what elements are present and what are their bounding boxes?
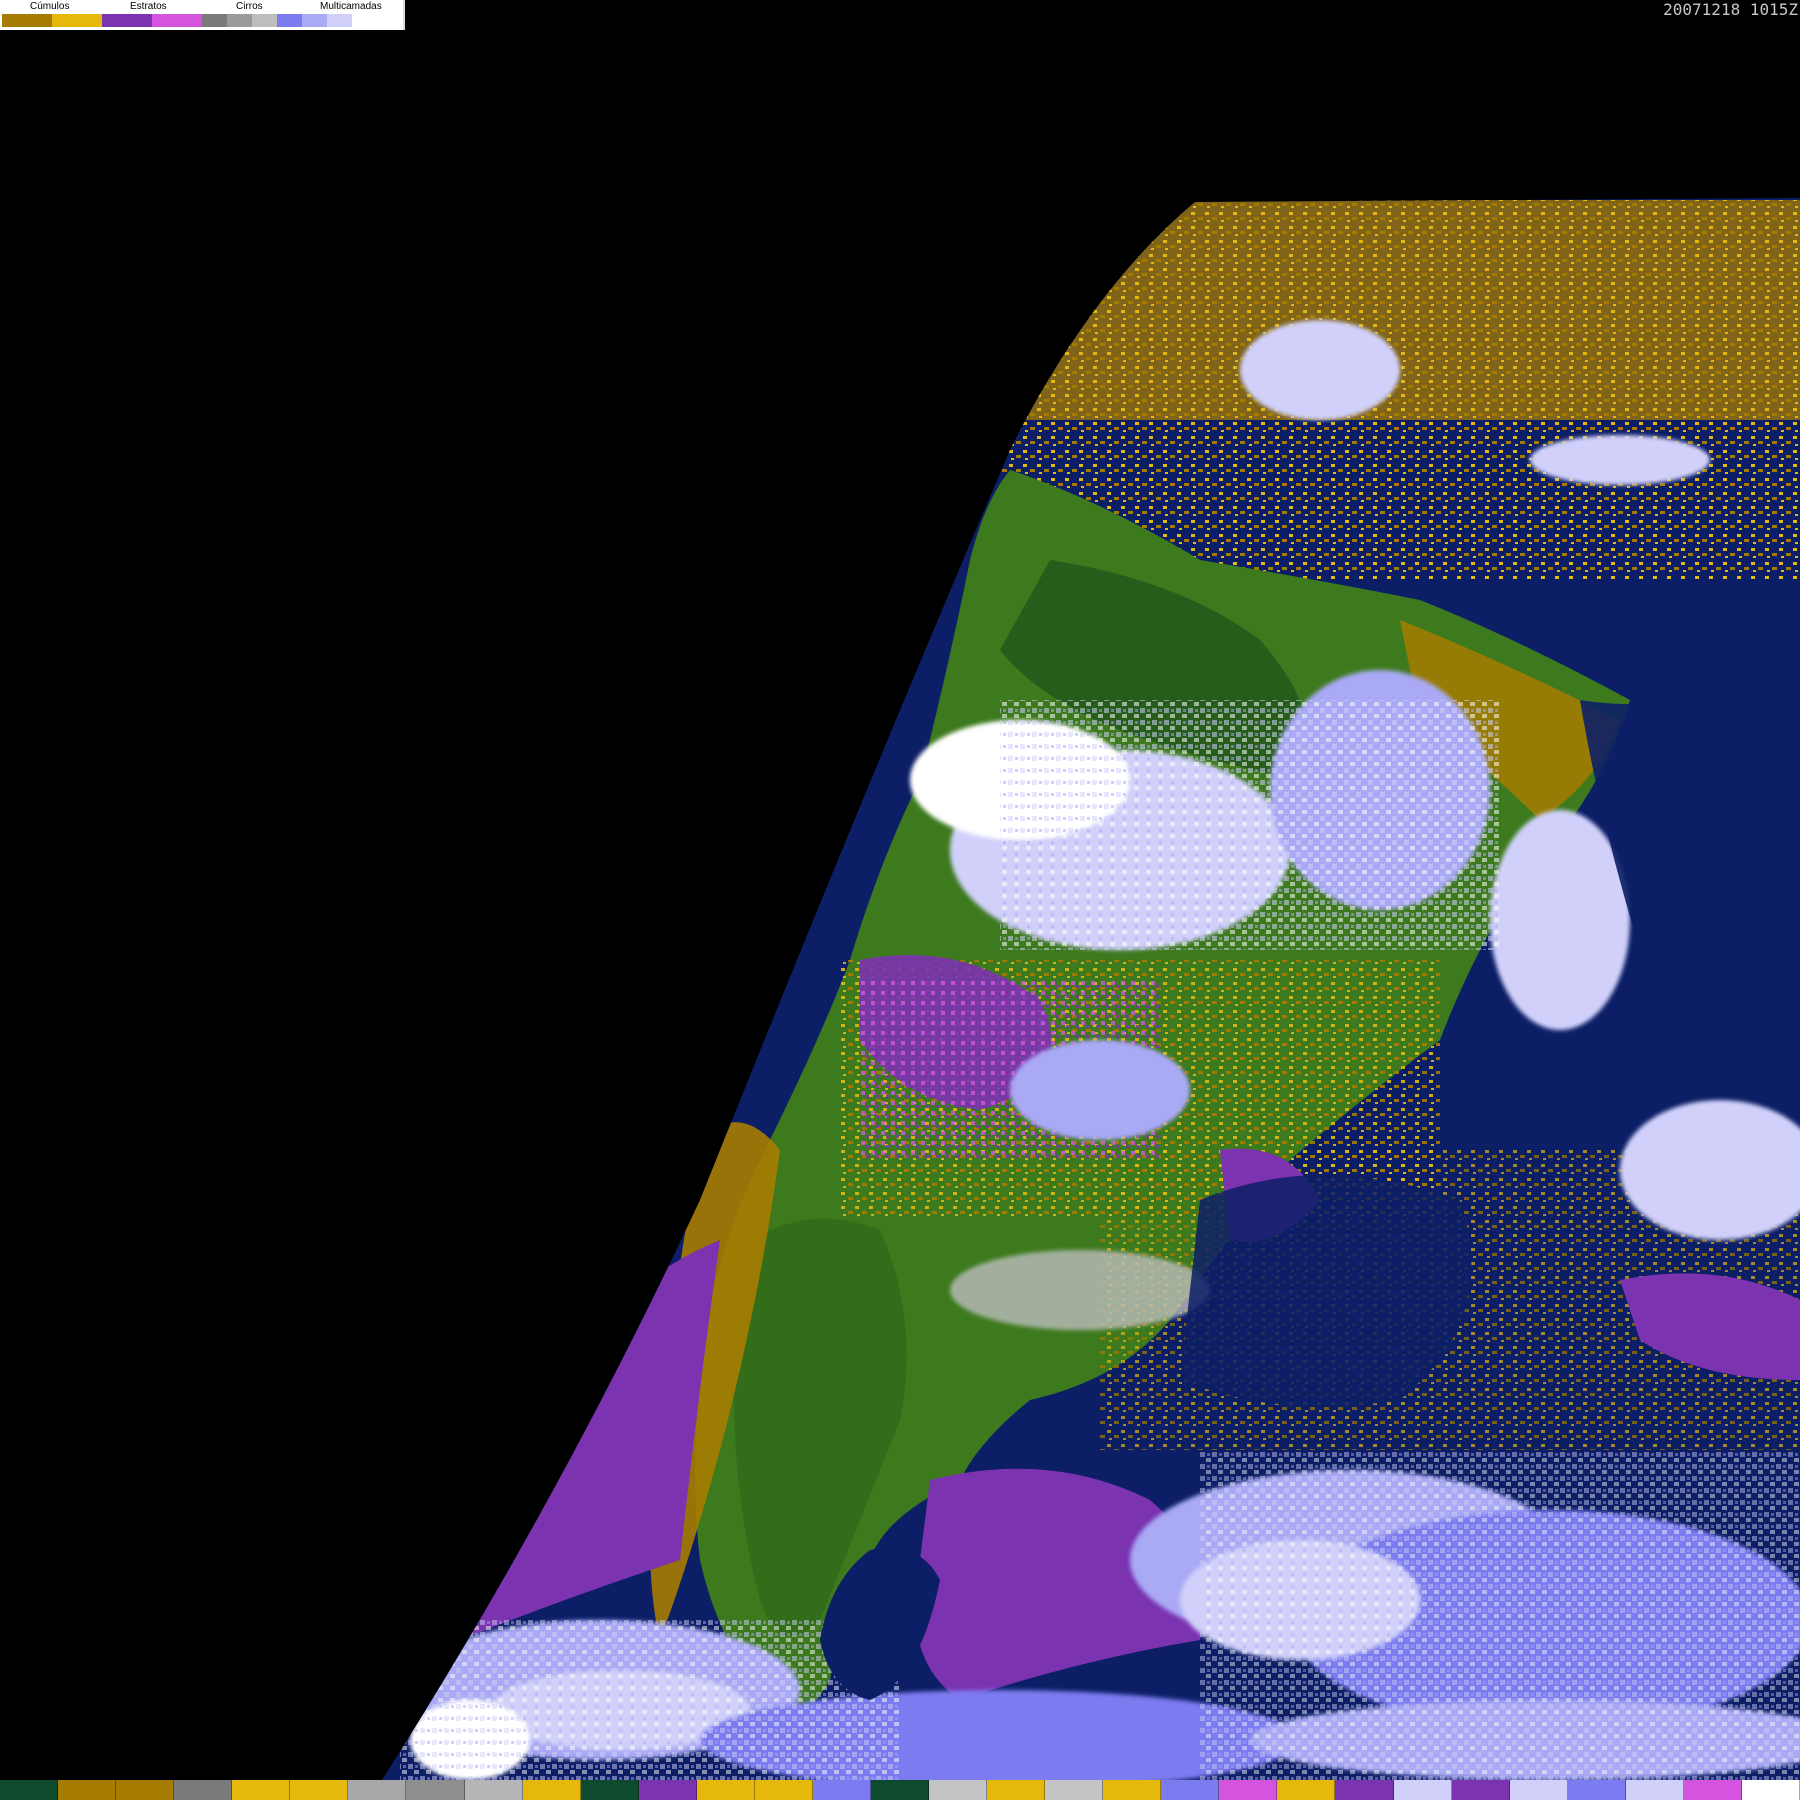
legend-swatch-3-1 [302, 14, 327, 27]
bottom-bar-swatch [116, 1780, 175, 1800]
bottom-bar-swatch [464, 1780, 523, 1800]
bottom-color-bar [0, 1780, 1800, 1800]
legend-swatch-2-2 [252, 14, 277, 27]
bottom-bar-swatch [1335, 1780, 1394, 1800]
legend-label-cumulos: Cúmulos [30, 1, 70, 12]
bottom-bar-swatch [1625, 1780, 1684, 1800]
bottom-bar-swatch [1161, 1780, 1220, 1800]
bottom-bar-swatch [1219, 1780, 1278, 1800]
legend-swatch-3-0 [277, 14, 302, 27]
legend-swatch-1-0 [102, 14, 152, 27]
bottom-bar-swatch [1741, 1780, 1800, 1800]
satellite-cloud-map [382, 198, 1800, 1780]
bottom-bar-swatch [987, 1780, 1046, 1800]
bottom-bar-swatch [1103, 1780, 1162, 1800]
legend-swatch-0-0 [2, 14, 52, 27]
bottom-bar-swatch [406, 1780, 465, 1800]
bottom-bar-swatch [754, 1780, 813, 1800]
legend-label-cirros: Cirros [236, 1, 263, 12]
earth-disk [382, 198, 1800, 1780]
bottom-bar-swatch [174, 1780, 233, 1800]
bottom-bar-swatch [929, 1780, 988, 1800]
bottom-bar-swatch [348, 1780, 407, 1800]
bottom-bar-swatch [1567, 1780, 1626, 1800]
image-timestamp: 20071218 1015Z [1663, 0, 1798, 19]
bottom-bar-swatch [696, 1780, 755, 1800]
bottom-bar-swatch [522, 1780, 581, 1800]
bottom-bar-swatch [1451, 1780, 1510, 1800]
legend-label-multicamadas: Multicamadas [320, 1, 382, 12]
bottom-bar-swatch [1045, 1780, 1104, 1800]
legend-swatch-2-1 [227, 14, 252, 27]
bottom-bar-swatch [0, 1780, 59, 1800]
multilayer-speckle-north [1000, 700, 1500, 950]
bottom-bar-swatch [232, 1780, 291, 1800]
bottom-bar-swatch [870, 1780, 929, 1800]
bottom-bar-swatch [1683, 1780, 1742, 1800]
bottom-bar-swatch [580, 1780, 639, 1800]
bottom-bar-swatch [1393, 1780, 1452, 1800]
bottom-bar-swatch [638, 1780, 697, 1800]
central-atlantic-ocean [1180, 1175, 1472, 1407]
cloud-type-legend: Cúmulos Estratos Cirros Multicamadas [0, 0, 405, 30]
multilayer-speckle-south [1200, 1450, 1800, 1780]
legend-swatch-row [2, 14, 377, 27]
legend-swatch-2-0 [202, 14, 227, 27]
legend-swatch-3-3 [352, 14, 377, 27]
bottom-bar-swatch [58, 1780, 117, 1800]
bottom-bar-swatch [1509, 1780, 1568, 1800]
legend-label-estratos: Estratos [130, 1, 167, 12]
bottom-bar-swatch [812, 1780, 871, 1800]
bottom-bar-swatch [1277, 1780, 1336, 1800]
legend-swatch-3-2 [327, 14, 352, 27]
bottom-bar-swatch [290, 1780, 349, 1800]
legend-swatch-0-1 [52, 14, 102, 27]
legend-swatch-1-1 [152, 14, 202, 27]
